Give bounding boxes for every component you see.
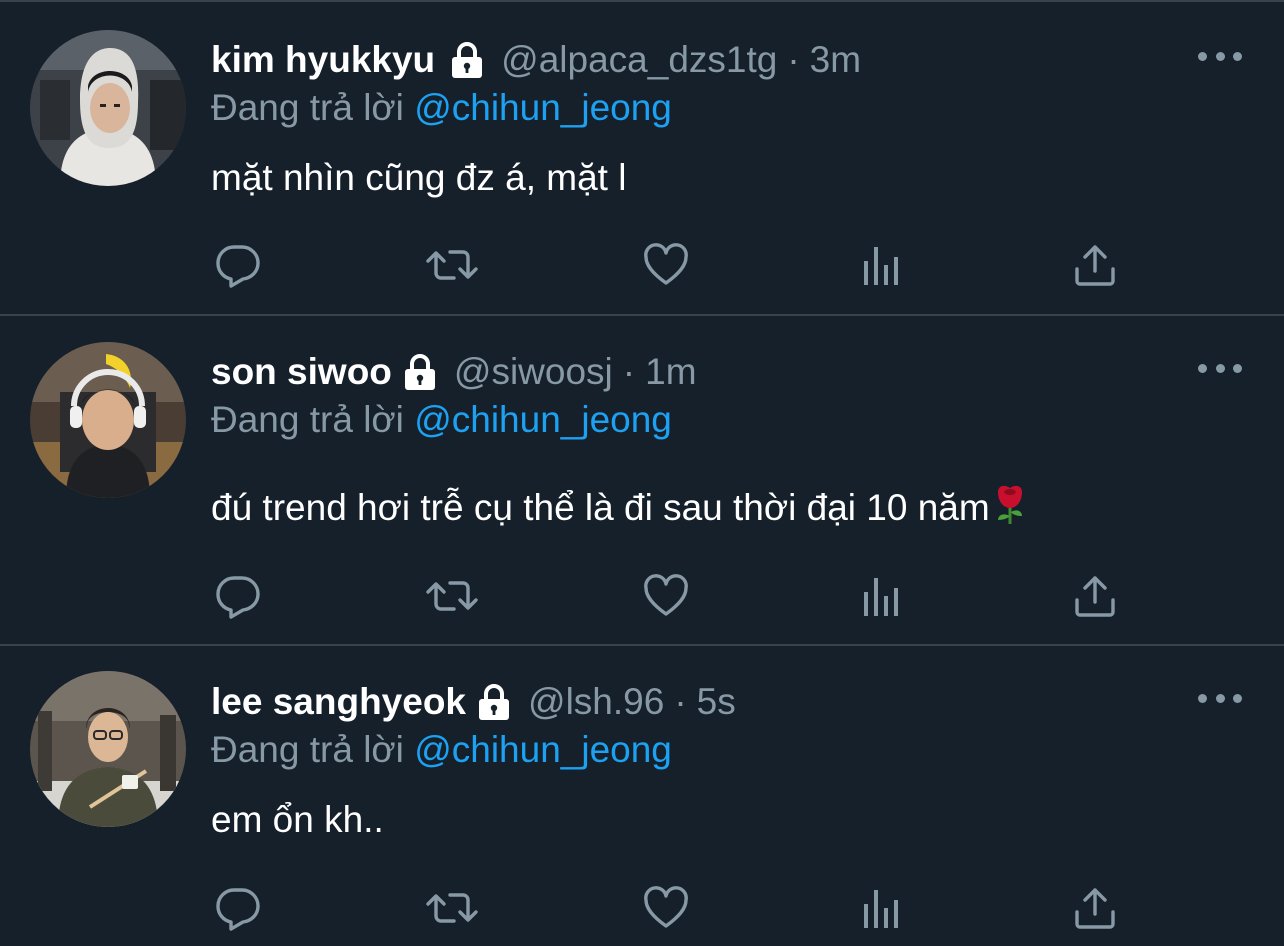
tweet-header: son siwoo @siwoosj · 1m [211,350,697,394]
more-options-icon[interactable] [1198,358,1242,378]
user-handle[interactable]: @lsh.96 [528,681,664,723]
display-name[interactable]: son siwoo [211,351,392,393]
separator: · [622,351,636,392]
timestamp[interactable]: 3m [810,39,861,81]
display-name[interactable]: lee sanghyeok [211,681,466,723]
tweet-text: mặt nhìn cũng đz á, mặt l [211,157,627,198]
tweet-text: đú trend hơi trễ cụ thể là đi sau thời đ… [211,482,1030,528]
reply-feed: kim hyukkyu @alpaca_dzs1tg · 3m Đang trả… [0,0,1284,946]
analytics-icon[interactable] [858,884,906,932]
share-icon[interactable] [1071,241,1119,289]
reply-icon[interactable] [214,884,262,932]
user-handle[interactable]: @siwoosj [454,351,613,393]
timestamp[interactable]: 1m [645,351,696,393]
more-options-icon[interactable] [1198,688,1242,708]
timestamp[interactable]: 5s [697,681,736,723]
retweet-icon[interactable] [424,241,480,289]
separator: · [787,39,800,80]
analytics-icon[interactable] [858,572,906,620]
mention-link[interactable]: @chihun_jeong [414,87,672,128]
tweet-text-body: đú trend hơi trễ cụ thể là đi sau thời đ… [211,487,990,528]
retweet-icon[interactable] [424,572,480,620]
tweet-text: em ổn kh.. [211,799,384,840]
reply-icon[interactable] [214,241,262,289]
share-icon[interactable] [1071,884,1119,932]
separator: · [674,681,687,722]
replying-to-label: Đang trả lời [211,399,404,440]
lock-icon [474,682,514,722]
tweet[interactable]: lee sanghyeok @lsh.96 · 5s Đang trả lời … [0,646,1284,946]
replying-to-label: Đang trả lời [211,729,404,770]
like-icon[interactable] [642,572,690,620]
avatar[interactable] [30,342,186,498]
replying-to: Đang trả lời @chihun_jeong [211,728,672,772]
mention-link[interactable]: @chihun_jeong [414,399,672,440]
replying-to: Đang trả lời @chihun_jeong [211,398,672,442]
share-icon[interactable] [1071,572,1119,620]
lock-icon [447,40,487,80]
retweet-icon[interactable] [424,884,480,932]
avatar[interactable] [30,671,186,827]
replying-to: Đang trả lời @chihun_jeong [211,86,672,130]
more-options-icon[interactable] [1198,46,1242,66]
analytics-icon[interactable] [858,241,906,289]
like-icon[interactable] [642,884,690,932]
tweet-header: lee sanghyeok @lsh.96 · 5s [211,680,736,724]
replying-to-label: Đang trả lời [211,87,404,128]
tweet[interactable]: kim hyukkyu @alpaca_dzs1tg · 3m Đang trả… [0,0,1284,314]
user-handle[interactable]: @alpaca_dzs1tg [501,39,777,81]
like-icon[interactable] [642,241,690,289]
display-name[interactable]: kim hyukkyu [211,39,435,81]
lock-icon [400,352,440,392]
tweet[interactable]: son siwoo @siwoosj · 1m Đang trả lời @ch… [0,316,1284,644]
rose-emoji [997,485,1022,524]
mention-link[interactable]: @chihun_jeong [414,729,672,770]
tweet-header: kim hyukkyu @alpaca_dzs1tg · 3m [211,38,861,82]
reply-icon[interactable] [214,572,262,620]
avatar[interactable] [30,30,186,186]
